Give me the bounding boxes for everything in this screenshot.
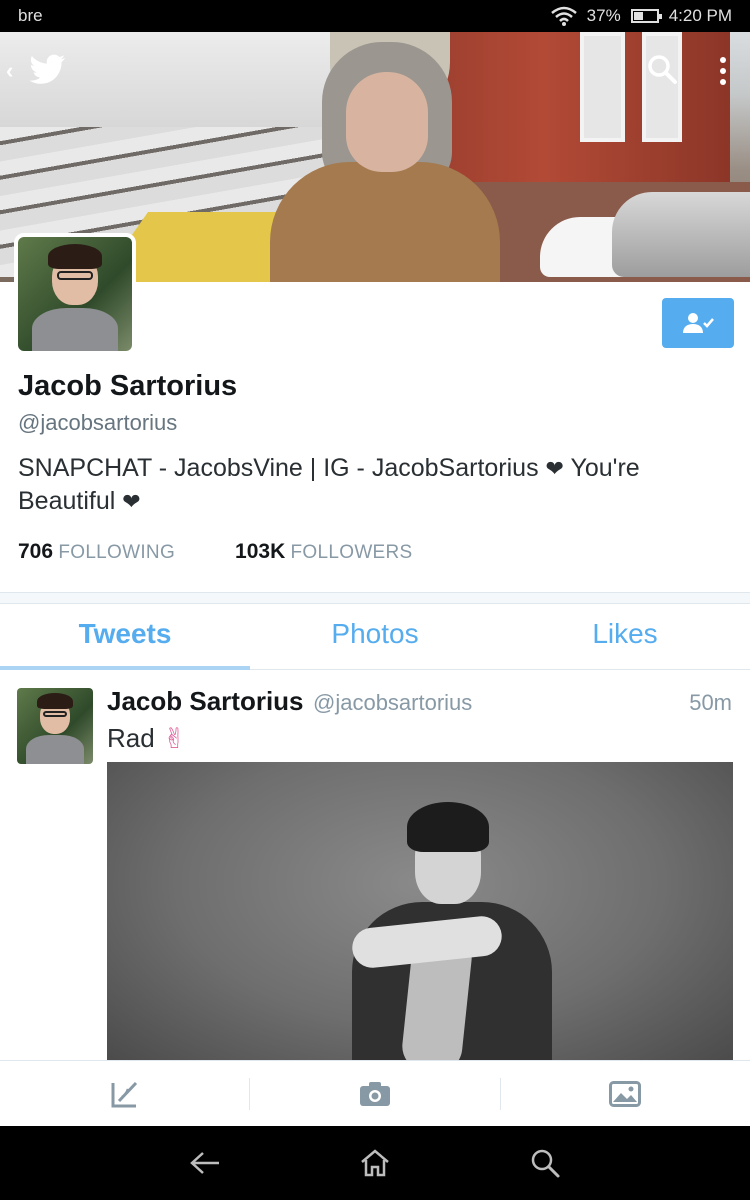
camera-icon — [359, 1081, 390, 1106]
nav-search-button[interactable] — [525, 1143, 565, 1183]
profile-handle: @jacobsartorius — [18, 410, 178, 435]
wifi-icon — [550, 6, 577, 26]
profile-stats: 706 Following 103K Followers — [18, 540, 413, 564]
profile-tabs: Tweets Photos Likes — [0, 604, 750, 670]
compose-tweet-icon — [111, 1081, 137, 1107]
carrier-label: bre — [18, 6, 43, 25]
status-bar: bre 37% 4:20 PM — [0, 0, 750, 32]
profile-bio: SNAPCHAT - JacobsVine | IG - JacobSartor… — [18, 452, 738, 518]
nav-home-icon — [361, 1149, 389, 1177]
overflow-menu-icon[interactable] — [716, 54, 730, 88]
heart-icon: ❤ — [545, 456, 564, 481]
tweet-author-handle: @jacobsartorius — [313, 690, 473, 715]
profile-avatar[interactable] — [14, 233, 136, 355]
bio-text-1: SNAPCHAT - JacobsVine | IG - JacobSartor… — [18, 454, 539, 482]
tweet-text: Rad ✌ — [107, 722, 186, 755]
clock: 4:20 PM — [668, 6, 732, 25]
battery-percent: 37% — [586, 6, 621, 25]
tab-tweets[interactable]: Tweets — [0, 604, 250, 670]
following-user-icon — [683, 313, 714, 333]
tweet-body: Rad — [107, 723, 155, 753]
following-stat[interactable]: 706 Following — [18, 540, 175, 564]
top-toolbar: ‹ — [0, 52, 750, 92]
twitter-bird-icon[interactable] — [28, 52, 68, 88]
camera-button[interactable] — [250, 1076, 499, 1112]
heart-icon: ❤ — [122, 489, 141, 514]
nav-search-icon — [531, 1149, 560, 1178]
tweet-photo[interactable] — [107, 762, 733, 1065]
profile-name: Jacob Sartorius — [18, 370, 238, 402]
gallery-button[interactable] — [501, 1076, 750, 1112]
tweet-timestamp: 50m — [689, 690, 732, 715]
followers-count: 103K — [235, 540, 286, 563]
nav-back-icon — [190, 1152, 219, 1174]
tweet-author-name[interactable]: Jacob Sartorius — [107, 686, 304, 717]
following-count: 706 — [18, 540, 54, 563]
tweet-item[interactable]: Jacob Sartorius @jacobsartorius 50m Rad … — [0, 670, 750, 1065]
bottom-action-bar — [0, 1060, 750, 1126]
status-right: 37% 4:20 PM — [550, 6, 732, 26]
back-arrow-icon[interactable]: ‹ — [6, 58, 13, 84]
battery-icon — [630, 9, 662, 23]
following-label: Following — [58, 542, 176, 563]
compose-tweet-button[interactable] — [0, 1076, 249, 1112]
search-icon[interactable] — [645, 52, 679, 86]
system-nav-bar — [0, 1126, 750, 1200]
nav-back-button[interactable] — [185, 1143, 225, 1183]
following-button[interactable] — [662, 298, 734, 348]
section-divider — [0, 592, 750, 604]
followers-stat[interactable]: 103K Followers — [235, 540, 412, 564]
tab-likes[interactable]: Likes — [500, 604, 750, 669]
tab-photos[interactable]: Photos — [250, 604, 500, 669]
followers-label: Followers — [290, 542, 413, 563]
tweet-avatar[interactable] — [17, 688, 93, 764]
nav-home-button[interactable] — [355, 1143, 395, 1183]
photo-gallery-icon — [609, 1080, 642, 1107]
victory-hand-icon: ✌ — [162, 723, 187, 754]
